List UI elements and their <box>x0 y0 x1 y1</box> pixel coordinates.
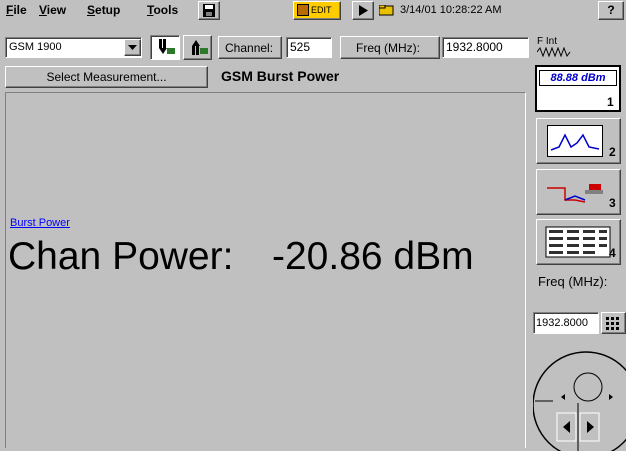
edit-icon <box>297 4 309 16</box>
save-button[interactable] <box>198 1 220 20</box>
measurement-title: GSM Burst Power <box>221 68 340 84</box>
measurement-display-panel: Burst Power Chan Power: -20.86 dBm <box>5 92 526 448</box>
view-3-burst-button[interactable]: 3 <box>536 169 621 215</box>
menu-setup[interactable]: Setup <box>87 3 120 17</box>
keypad-icon <box>606 317 619 330</box>
view-1-numeric-button[interactable]: 88.88 dBm 1 <box>535 65 621 112</box>
hand-up-icon <box>192 40 208 55</box>
sidebar-freq-label: Freq (MHz): <box>538 274 608 289</box>
channel-input[interactable]: 525 <box>286 37 332 58</box>
floppy-disk-icon <box>203 4 215 17</box>
burst-power-link[interactable]: Burst Power <box>10 217 70 229</box>
freq-internal-wave-icon <box>537 47 571 57</box>
table-grid-icon <box>545 226 611 258</box>
hand-down-button[interactable] <box>150 35 180 60</box>
folder-icon[interactable] <box>378 4 395 16</box>
hand-down-icon <box>159 39 175 54</box>
rotary-knob-control[interactable] <box>533 341 626 451</box>
select-measurement-button[interactable]: Select Measurement... <box>5 66 208 88</box>
burst-trace-icon <box>547 184 603 203</box>
edit-button[interactable]: EDIT <box>293 1 341 20</box>
view-4-table-button[interactable]: 4 <box>536 219 621 265</box>
hand-up-button[interactable] <box>183 35 212 60</box>
menu-view[interactable]: View <box>39 3 66 17</box>
menu-file[interactable]: File <box>6 3 27 17</box>
freq-input[interactable]: 1932.8000 <box>442 37 529 58</box>
standard-select-value: GSM 1900 <box>9 41 62 53</box>
help-button[interactable]: ? <box>598 1 624 20</box>
menu-tools[interactable]: Tools <box>147 3 178 17</box>
view-selector-sidebar: 88.88 dBm 1 2 3 4 Freq (MHz): 1932.8000 <box>533 62 626 451</box>
knob-center-button <box>573 372 603 402</box>
keypad-button[interactable] <box>601 312 626 334</box>
freq-button[interactable]: Freq (MHz): <box>340 36 440 59</box>
channel-button[interactable]: Channel: <box>218 36 282 59</box>
numeric-readout-icon: 88.88 dBm <box>539 70 617 86</box>
sidebar-freq-input[interactable]: 1932.8000 <box>533 312 599 334</box>
spectrum-trace-icon <box>547 125 603 157</box>
view-2-spectrum-button[interactable]: 2 <box>536 118 621 164</box>
freq-internal-label: F Int <box>537 36 558 47</box>
menu-bar: File View Setup Tools EDIT 3/14/01 10:28… <box>0 0 626 22</box>
chevron-down-icon <box>128 45 137 50</box>
chan-power-label: Chan Power: <box>8 235 234 278</box>
run-button[interactable] <box>352 1 374 20</box>
datetime-display: 3/14/01 10:28:22 AM <box>400 4 502 16</box>
chan-power-value: -20.86 dBm <box>272 235 474 278</box>
standard-dropdown-button[interactable] <box>124 39 141 56</box>
standard-select[interactable]: GSM 1900 <box>5 37 142 58</box>
play-icon <box>359 5 368 16</box>
